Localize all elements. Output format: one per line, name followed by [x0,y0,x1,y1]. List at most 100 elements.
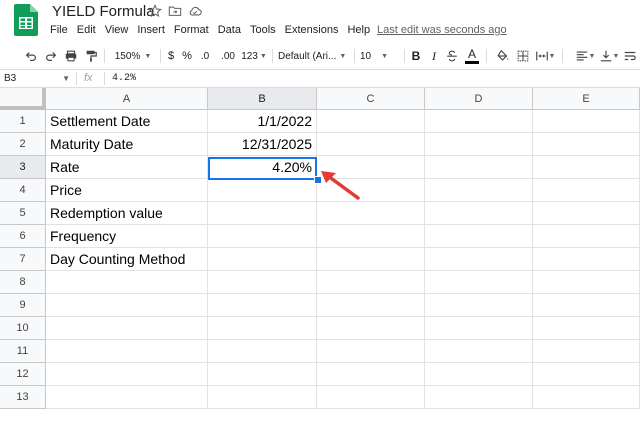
cell-a2[interactable]: Maturity Date [46,133,208,156]
cell-e8[interactable] [533,271,640,294]
cell-c11[interactable] [317,340,425,363]
cell-c13[interactable] [317,386,425,409]
paint-format-button[interactable] [82,44,100,68]
cell-d3[interactable] [425,156,533,179]
cell-b7[interactable] [208,248,317,271]
cell-d9[interactable] [425,294,533,317]
cell-e7[interactable] [533,248,640,271]
cell-c9[interactable] [317,294,425,317]
cell-e3[interactable] [533,156,640,179]
cell-e2[interactable] [533,133,640,156]
cell-e1[interactable] [533,110,640,133]
cell-d10[interactable] [425,317,533,340]
print-button[interactable] [62,44,80,68]
font-size-select[interactable]: 10 ▼ [360,44,400,68]
move-folder-icon[interactable] [168,4,182,18]
cloud-saved-icon[interactable] [188,4,202,18]
font-family-select[interactable]: Default (Ari... ▼ [278,44,350,68]
cell-c5[interactable] [317,202,425,225]
row-header-11[interactable]: 11 [0,340,46,363]
star-icon[interactable] [148,4,162,18]
cell-a11[interactable] [46,340,208,363]
menu-tools[interactable]: Tools [250,24,276,36]
undo-button[interactable] [22,44,40,68]
cell-e13[interactable] [533,386,640,409]
cell-b1[interactable]: 1/1/2022 [208,110,317,133]
cell-b10[interactable] [208,317,317,340]
more-formats-button[interactable]: 123 ▼ [240,44,268,68]
select-all-corner[interactable] [0,88,46,110]
cell-e9[interactable] [533,294,640,317]
row-header-13[interactable]: 13 [0,386,46,409]
cell-a5[interactable]: Redemption value [46,202,208,225]
row-header-6[interactable]: 6 [0,225,46,248]
cell-d2[interactable] [425,133,533,156]
column-header-a[interactable]: A [46,88,208,110]
menu-file[interactable]: File [50,24,68,36]
column-header-c[interactable]: C [317,88,425,110]
cell-d7[interactable] [425,248,533,271]
cell-c1[interactable] [317,110,425,133]
row-header-8[interactable]: 8 [0,271,46,294]
menu-insert[interactable]: Insert [137,24,165,36]
cell-c8[interactable] [317,271,425,294]
row-header-1[interactable]: 1 [0,110,46,133]
row-header-4[interactable]: 4 [0,179,46,202]
cell-e5[interactable] [533,202,640,225]
cell-c6[interactable] [317,225,425,248]
cell-a1[interactable]: Settlement Date [46,110,208,133]
cell-e12[interactable] [533,363,640,386]
cell-e10[interactable] [533,317,640,340]
horizontal-align-button[interactable]: ▼ [574,44,596,68]
menu-data[interactable]: Data [218,24,241,36]
cell-c10[interactable] [317,317,425,340]
row-header-3[interactable]: 3 [0,156,46,179]
cell-a7[interactable]: Day Counting Method [46,248,208,271]
decrease-decimal-button[interactable]: .0 [196,44,214,68]
fill-color-button[interactable] [494,44,512,68]
cell-b5[interactable] [208,202,317,225]
last-edit-link[interactable]: Last edit was seconds ago [377,24,507,36]
cell-d12[interactable] [425,363,533,386]
cell-a8[interactable] [46,271,208,294]
cell-a3[interactable]: Rate [46,156,208,179]
cell-b13[interactable] [208,386,317,409]
menu-view[interactable]: View [105,24,129,36]
cell-e11[interactable] [533,340,640,363]
row-header-7[interactable]: 7 [0,248,46,271]
increase-decimal-button[interactable]: .00 [218,44,238,68]
cell-c12[interactable] [317,363,425,386]
strikethrough-button[interactable] [444,44,460,68]
row-header-12[interactable]: 12 [0,363,46,386]
sheets-logo-icon[interactable] [14,4,38,36]
cell-a12[interactable] [46,363,208,386]
text-wrapping-button[interactable] [622,44,638,68]
cell-a4[interactable]: Price [46,179,208,202]
column-header-b[interactable]: B [208,88,317,110]
cell-e4[interactable] [533,179,640,202]
menu-edit[interactable]: Edit [77,24,96,36]
percent-format-button[interactable]: % [180,44,194,68]
zoom-select[interactable]: 150% ▼ [110,44,156,68]
menu-help[interactable]: Help [347,24,370,36]
cell-d13[interactable] [425,386,533,409]
cell-b4[interactable] [208,179,317,202]
cell-d5[interactable] [425,202,533,225]
column-header-e[interactable]: E [533,88,640,110]
cell-d4[interactable] [425,179,533,202]
italic-button[interactable]: I [426,44,442,68]
row-header-2[interactable]: 2 [0,133,46,156]
menu-extensions[interactable]: Extensions [285,24,339,36]
column-header-d[interactable]: D [425,88,533,110]
document-title[interactable]: YIELD Formula [52,3,155,20]
cell-b6[interactable] [208,225,317,248]
currency-format-button[interactable]: $ [164,44,178,68]
cell-b9[interactable] [208,294,317,317]
row-header-5[interactable]: 5 [0,202,46,225]
redo-button[interactable] [42,44,60,68]
vertical-align-button[interactable]: ▼ [598,44,620,68]
menu-format[interactable]: Format [174,24,209,36]
cell-a13[interactable] [46,386,208,409]
cell-d11[interactable] [425,340,533,363]
bold-button[interactable]: B [408,44,424,68]
